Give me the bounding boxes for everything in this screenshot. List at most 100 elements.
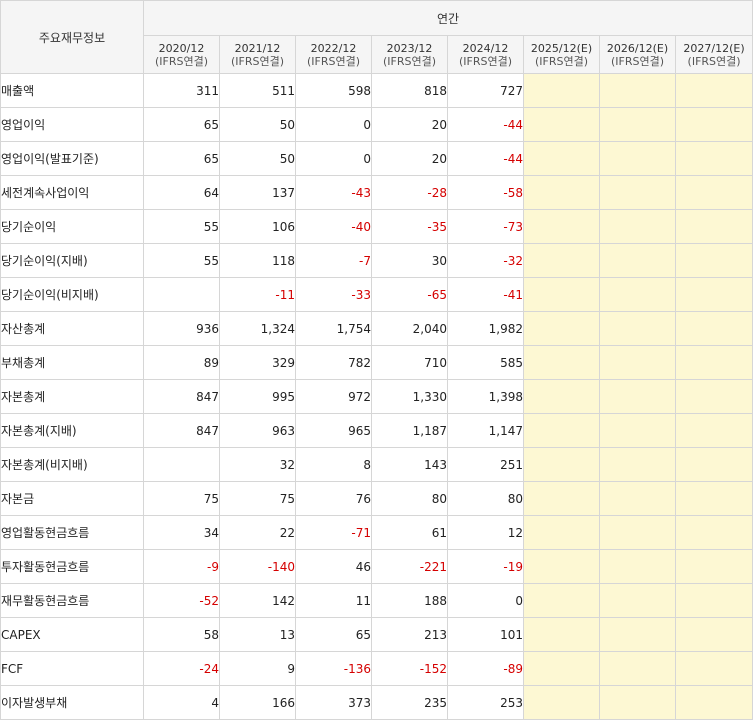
estimate-cell	[523, 617, 600, 652]
row-label[interactable]: 세전계속사업이익	[0, 175, 144, 210]
period-basis: (IFRS연결)	[154, 54, 209, 68]
estimate-cell	[674, 583, 753, 618]
table-row: 매출액 311 511 598 818 727	[0, 73, 753, 108]
value-cell: 55	[143, 243, 220, 278]
estimate-cell	[523, 549, 600, 584]
estimate-cell	[523, 515, 600, 550]
estimate-cell	[599, 481, 676, 516]
value-cell: 965	[295, 413, 372, 448]
period-header: 2027/12(E) (IFRS연결)	[674, 35, 753, 74]
value-cell: 1,982	[447, 311, 524, 346]
period-basis: (IFRS연결)	[534, 54, 589, 68]
value-cell: 8	[295, 447, 372, 482]
estimate-cell	[674, 447, 753, 482]
period-year: 2023/12	[386, 41, 433, 55]
value-cell: 995	[219, 379, 296, 414]
value-cell: -58	[447, 175, 524, 210]
value-cell: 9	[219, 651, 296, 686]
row-label[interactable]: 자본총계	[0, 379, 144, 414]
value-cell: 89	[143, 345, 220, 380]
row-label[interactable]: 당기순이익	[0, 209, 144, 244]
estimate-cell	[674, 345, 753, 380]
row-label[interactable]: 재무활동현금흐름	[0, 583, 144, 618]
period-header: 2025/12(E) (IFRS연결)	[523, 35, 600, 74]
value-cell: 13	[219, 617, 296, 652]
value-cell: 188	[371, 583, 448, 618]
estimate-cell	[599, 379, 676, 414]
row-label: 당기순이익(비지배)	[0, 277, 144, 312]
value-cell: -152	[371, 651, 448, 686]
value-cell: 137	[219, 175, 296, 210]
value-cell: 55	[143, 209, 220, 244]
estimate-cell	[674, 209, 753, 244]
value-cell: 142	[219, 583, 296, 618]
estimate-cell	[523, 447, 600, 482]
table-row: 자본금 75 75 76 80 80	[0, 481, 753, 516]
value-cell: -136	[295, 651, 372, 686]
value-cell: 46	[295, 549, 372, 584]
value-cell: -221	[371, 549, 448, 584]
row-label[interactable]: FCF	[0, 651, 144, 686]
estimate-cell	[599, 617, 676, 652]
value-cell: 329	[219, 345, 296, 380]
table-row: CAPEX 58 13 65 213 101	[0, 617, 753, 652]
estimate-cell	[674, 617, 753, 652]
row-label[interactable]: 매출액	[0, 73, 144, 108]
value-cell: 58	[143, 617, 220, 652]
value-cell: 75	[219, 481, 296, 516]
estimate-cell	[599, 345, 676, 380]
value-cell: 4	[143, 685, 220, 720]
table-row: 이자발생부채 4 166 373 235 253	[0, 685, 753, 720]
estimate-cell	[674, 481, 753, 516]
value-cell: 1,398	[447, 379, 524, 414]
estimate-cell	[523, 107, 600, 142]
row-label[interactable]: 투자활동현금흐름	[0, 549, 144, 584]
period-year: 2021/12	[234, 41, 281, 55]
estimate-cell	[674, 107, 753, 142]
value-cell: 235	[371, 685, 448, 720]
estimate-cell	[599, 447, 676, 482]
value-cell: -33	[295, 277, 372, 312]
estimate-cell	[674, 651, 753, 686]
value-cell: 253	[447, 685, 524, 720]
table-row: 자본총계(지배) 847 963 965 1,187 1,147	[0, 413, 753, 448]
row-label[interactable]: 영업활동현금흐름	[0, 515, 144, 550]
row-label[interactable]: 이자발생부채	[0, 685, 144, 720]
estimate-cell	[523, 345, 600, 380]
table-row: 영업이익(발표기준) 65 50 0 20 -44	[0, 141, 753, 176]
row-label[interactable]: 영업이익	[0, 107, 144, 142]
value-cell: 30	[371, 243, 448, 278]
row-label[interactable]: 자본금	[0, 481, 144, 516]
period-header: 2026/12(E) (IFRS연결)	[599, 35, 676, 74]
value-cell: -28	[371, 175, 448, 210]
row-label[interactable]: 부채총계	[0, 345, 144, 380]
estimate-cell	[674, 277, 753, 312]
estimate-cell	[674, 685, 753, 720]
estimate-cell	[599, 549, 676, 584]
value-cell: -71	[295, 515, 372, 550]
row-label: 당기순이익(지배)	[0, 243, 144, 278]
value-cell: 972	[295, 379, 372, 414]
value-cell: 65	[143, 107, 220, 142]
estimate-cell	[599, 583, 676, 618]
value-cell: -32	[447, 243, 524, 278]
value-cell: 80	[447, 481, 524, 516]
value-cell: 1,324	[219, 311, 296, 346]
value-cell: 2,040	[371, 311, 448, 346]
row-label[interactable]: 영업이익(발표기준)	[0, 141, 144, 176]
value-cell: 101	[447, 617, 524, 652]
value-cell: 598	[295, 73, 372, 108]
value-cell: 143	[371, 447, 448, 482]
table-row: 자본총계 847 995 972 1,330 1,398	[0, 379, 753, 414]
row-label: 자본총계(지배)	[0, 413, 144, 448]
period-year: 2027/12(E)	[683, 41, 745, 55]
table-row: 재무활동현금흐름 -52 142 11 188 0	[0, 583, 753, 618]
estimate-cell	[523, 175, 600, 210]
value-cell: -44	[447, 141, 524, 176]
estimate-cell	[599, 651, 676, 686]
estimate-cell	[674, 413, 753, 448]
estimate-cell	[599, 107, 676, 142]
row-label[interactable]: CAPEX	[0, 617, 144, 652]
row-label[interactable]: 자산총계	[0, 311, 144, 346]
table-row: 당기순이익(비지배) -11 -33 -65 -41	[0, 277, 753, 312]
